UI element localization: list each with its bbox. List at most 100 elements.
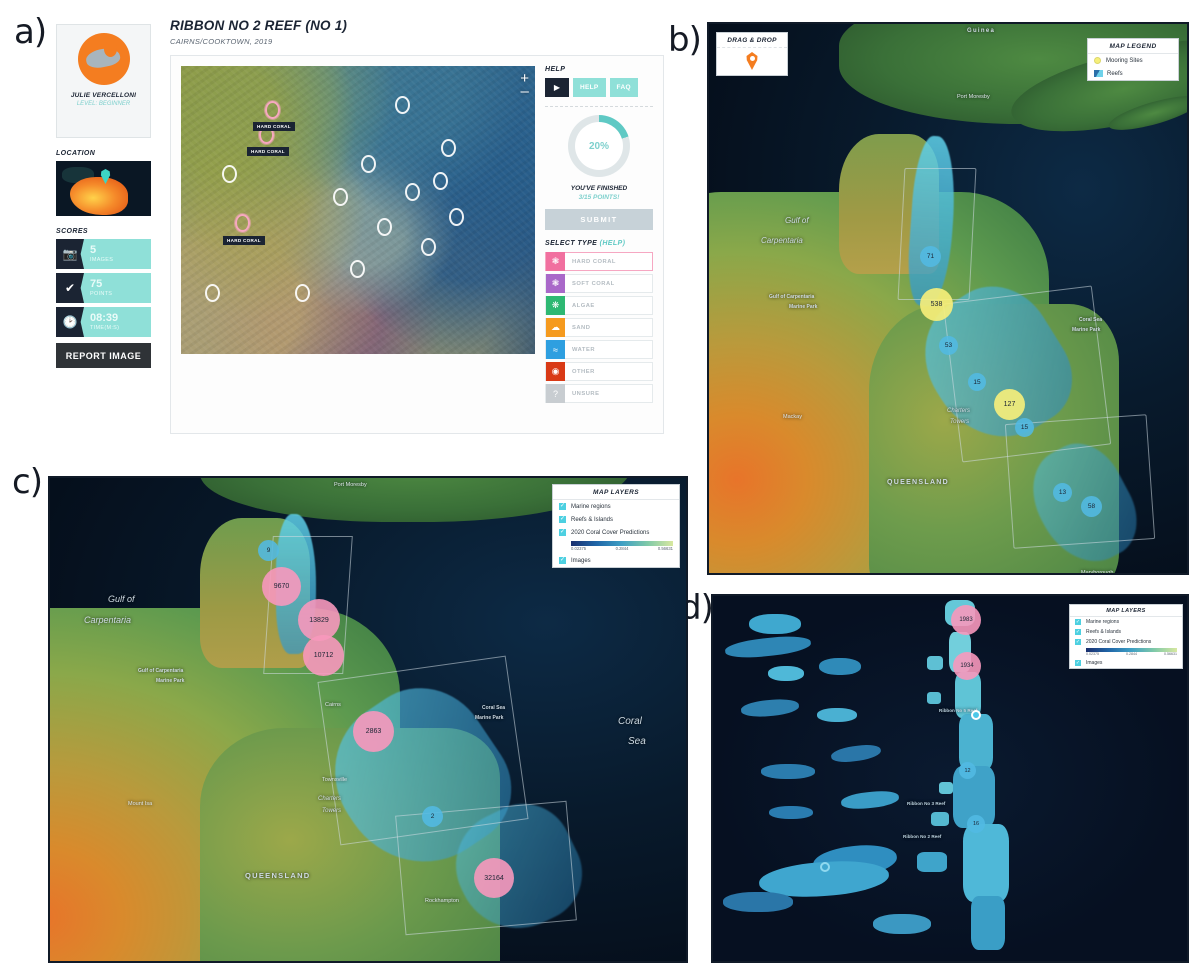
location-thumbnail[interactable] xyxy=(56,161,151,216)
cluster-marker[interactable]: 9670 xyxy=(262,567,301,606)
map-label: QUEENSLAND xyxy=(887,479,950,486)
cluster-marker[interactable]: 32164 xyxy=(474,858,514,898)
annotation-point[interactable] xyxy=(205,284,220,302)
progress-percent: 20% xyxy=(588,140,609,152)
help-heading: HELP xyxy=(545,66,566,73)
type-option-hard-coral[interactable]: ❃ HARD CORAL xyxy=(545,252,653,271)
annotation-point[interactable] xyxy=(222,165,237,183)
cluster-marker[interactable]: 12 xyxy=(959,762,976,779)
help-button[interactable]: HELP xyxy=(573,78,606,97)
map-label: Ribbon No 3 Reef xyxy=(907,801,946,806)
map-label: Marine Park xyxy=(789,304,818,310)
cluster-marker[interactable]: 1983 xyxy=(951,605,981,635)
map-label: Mount Isa xyxy=(128,801,153,807)
legend-label: Mooring Sites xyxy=(1106,57,1143,64)
type-label: SOFT CORAL xyxy=(572,280,615,287)
faq-button[interactable]: FAQ xyxy=(609,78,638,97)
zoom-out-button[interactable]: – xyxy=(520,84,529,99)
cluster-marker[interactable]: 15 xyxy=(968,373,986,391)
image-site-marker[interactable] xyxy=(971,710,981,720)
question-icon: ? xyxy=(546,384,565,403)
main-content: RIBBON NO 2 REEF (NO 1) CAIRNS/COOKTOWN,… xyxy=(170,18,664,434)
checkbox-icon[interactable]: ✓ xyxy=(559,557,566,564)
annotation-point[interactable] xyxy=(361,155,376,173)
panel-c-coral-cover-map[interactable]: MAP LAYERS ✓ Marine regions ✓ Reefs & Is… xyxy=(48,476,688,963)
report-image-button[interactable]: REPORT IMAGE xyxy=(56,343,151,368)
algae-icon: ❋ xyxy=(546,296,565,315)
layer-toggle-coral-cover[interactable]: ✓ 2020 Coral Cover Predictions xyxy=(553,526,679,539)
panel-d-reef-detail-map[interactable]: MAP LAYERS ✓ Marine regions ✓ Reefs & Is… xyxy=(711,594,1189,963)
image-site-marker[interactable] xyxy=(820,862,830,872)
checkbox-icon[interactable]: ✓ xyxy=(1075,629,1081,635)
checkbox-icon[interactable]: ✓ xyxy=(559,503,566,510)
reef-polygon xyxy=(769,806,813,819)
checkbox-icon[interactable]: ✓ xyxy=(559,516,566,523)
cluster-marker[interactable]: 2863 xyxy=(353,711,394,752)
checkbox-icon[interactable]: ✓ xyxy=(559,529,566,536)
layer-toggle-images[interactable]: ✓ Images xyxy=(553,554,679,567)
select-type-help-link[interactable]: (HELP) xyxy=(600,240,626,247)
map-label: Charters xyxy=(318,796,342,802)
map-label: Port Moresby xyxy=(334,482,367,488)
annotation-point[interactable] xyxy=(295,284,310,302)
type-option-sand[interactable]: ☁ SAND xyxy=(545,318,653,337)
checkbox-icon[interactable]: ✓ xyxy=(1075,619,1081,625)
play-icon[interactable]: ▶ xyxy=(545,78,569,97)
zoom-controls[interactable]: + – xyxy=(520,71,529,99)
legend-item-reefs: Reefs xyxy=(1088,67,1178,80)
cluster-marker[interactable]: 58 xyxy=(1081,496,1102,517)
cluster-marker[interactable]: 538 xyxy=(920,288,953,321)
cluster-marker[interactable]: 15 xyxy=(1015,418,1034,437)
type-option-unsure[interactable]: ? UNSURE xyxy=(545,384,653,403)
cluster-marker[interactable]: 9 xyxy=(258,540,279,561)
type-option-water[interactable]: ≈ WATER xyxy=(545,340,653,359)
water-icon: ≈ xyxy=(546,340,565,359)
type-option-soft-coral[interactable]: ❃ SOFT CORAL xyxy=(545,274,653,293)
fish-icon: ◉ xyxy=(546,362,565,381)
layer-toggle-coral-cover[interactable]: ✓ 2020 Coral Cover Predictions xyxy=(1070,637,1182,647)
score-points-value: 75 xyxy=(90,278,103,291)
reef-polygon-ribbon xyxy=(927,656,943,670)
cluster-marker[interactable]: 1934 xyxy=(953,652,981,680)
layer-label: Marine regions xyxy=(571,503,611,510)
checkbox-icon[interactable]: ✓ xyxy=(1075,660,1081,666)
layer-toggle-reefs-islands[interactable]: ✓ Reefs & Islands xyxy=(1070,627,1182,637)
legend-label: Reefs xyxy=(1107,70,1123,77)
checkbox-icon[interactable]: ✓ xyxy=(1075,639,1081,645)
annotation-point[interactable] xyxy=(350,260,365,278)
map-pin-icon[interactable] xyxy=(746,52,759,70)
annotation-point[interactable] xyxy=(377,218,392,236)
type-option-other[interactable]: ◉ OTHER xyxy=(545,362,653,381)
cluster-marker[interactable]: 127 xyxy=(994,389,1025,420)
drag-drop-widget[interactable]: DRAG & DROP xyxy=(716,32,788,76)
annotation-point[interactable] xyxy=(421,238,436,256)
annotation-point[interactable] xyxy=(395,96,410,114)
layer-toggle-reefs-islands[interactable]: ✓ Reefs & Islands xyxy=(553,513,679,526)
score-images-value: 5 xyxy=(90,244,97,257)
cluster-marker[interactable]: 71 xyxy=(920,246,941,267)
cluster-marker[interactable]: 16 xyxy=(967,815,985,833)
annotation-point[interactable] xyxy=(333,188,348,206)
annotation-point[interactable] xyxy=(449,208,464,226)
annotation-point[interactable] xyxy=(265,101,280,119)
camera-icon: 📷 xyxy=(56,239,84,269)
cluster-marker[interactable]: 10712 xyxy=(303,635,344,676)
annotation-point[interactable] xyxy=(433,172,448,190)
layer-toggle-marine-regions[interactable]: ✓ Marine regions xyxy=(1070,617,1182,627)
layer-toggle-marine-regions[interactable]: ✓ Marine regions xyxy=(553,500,679,513)
type-option-algae[interactable]: ❋ ALGAE xyxy=(545,296,653,315)
location-heading: LOCATION xyxy=(56,150,96,157)
annotation-point[interactable] xyxy=(441,139,456,157)
cluster-marker[interactable]: 53 xyxy=(939,336,958,355)
panel-b-mooring-map[interactable]: DRAG & DROP MAP LEGEND Mooring Sites Ree… xyxy=(707,22,1189,575)
layer-toggle-images[interactable]: ✓ Images xyxy=(1070,658,1182,668)
cluster-marker[interactable]: 13 xyxy=(1053,483,1072,502)
cluster-marker[interactable]: 2 xyxy=(422,806,443,827)
annotation-point[interactable] xyxy=(235,214,250,232)
annotation-point[interactable] xyxy=(405,183,420,201)
reef-polygon xyxy=(768,666,804,681)
reef-image[interactable]: + – HARD CORAL HARD CORAL HARD CORAL xyxy=(181,66,535,354)
submit-button[interactable]: SUBMIT xyxy=(545,209,653,230)
check-icon: ✔ xyxy=(56,273,84,303)
legend-item-mooring-sites: Mooring Sites xyxy=(1088,54,1178,67)
